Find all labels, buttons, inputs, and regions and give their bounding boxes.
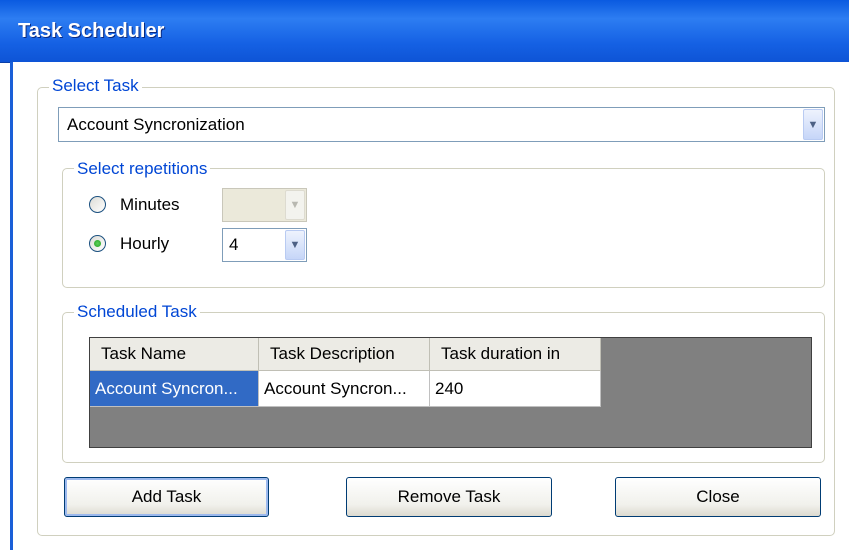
column-header-task-name[interactable]: Task Name <box>90 338 259 371</box>
hourly-value: 4 <box>229 235 239 254</box>
scheduled-task-legend: Scheduled Task <box>74 302 200 322</box>
add-task-button[interactable]: Add Task <box>64 477 269 517</box>
hourly-combobox[interactable]: 4 ▼ <box>222 228 307 262</box>
select-task-legend: Select Task <box>49 76 142 96</box>
minutes-radio[interactable] <box>89 196 106 213</box>
chevron-down-icon[interactable]: ▼ <box>285 230 305 260</box>
column-header-task-description[interactable]: Task Description <box>259 338 430 371</box>
task-select-value: Account Syncronization <box>67 114 245 134</box>
column-header-task-duration[interactable]: Task duration in <box>430 338 601 371</box>
remove-task-button[interactable]: Remove Task <box>346 477 552 517</box>
minutes-combobox[interactable]: ▼ <box>222 188 307 222</box>
repetitions-legend: Select repetitions <box>74 159 211 179</box>
table-cell-task-duration[interactable]: 240 <box>430 371 601 407</box>
window-title-bar[interactable]: Task Scheduler <box>0 0 849 63</box>
table-cell-task-description[interactable]: Account Syncron... <box>259 371 430 407</box>
repetitions-group <box>62 168 825 288</box>
chevron-down-icon[interactable]: ▼ <box>285 190 305 220</box>
table-cell-task-name[interactable]: Account Syncron... <box>90 371 259 407</box>
chevron-down-icon[interactable]: ▼ <box>803 109 823 140</box>
radio-selected-dot <box>94 240 101 247</box>
close-button[interactable]: Close <box>615 477 821 517</box>
scheduled-task-grid[interactable]: Task Name Task Description Task duration… <box>89 337 812 448</box>
hourly-label: Hourly <box>120 234 170 253</box>
minutes-label: Minutes <box>120 195 180 214</box>
hourly-radio[interactable] <box>89 235 106 252</box>
window-title: Task Scheduler <box>18 20 165 42</box>
task-select-combobox[interactable]: Account Syncronization ▼ <box>58 107 825 142</box>
